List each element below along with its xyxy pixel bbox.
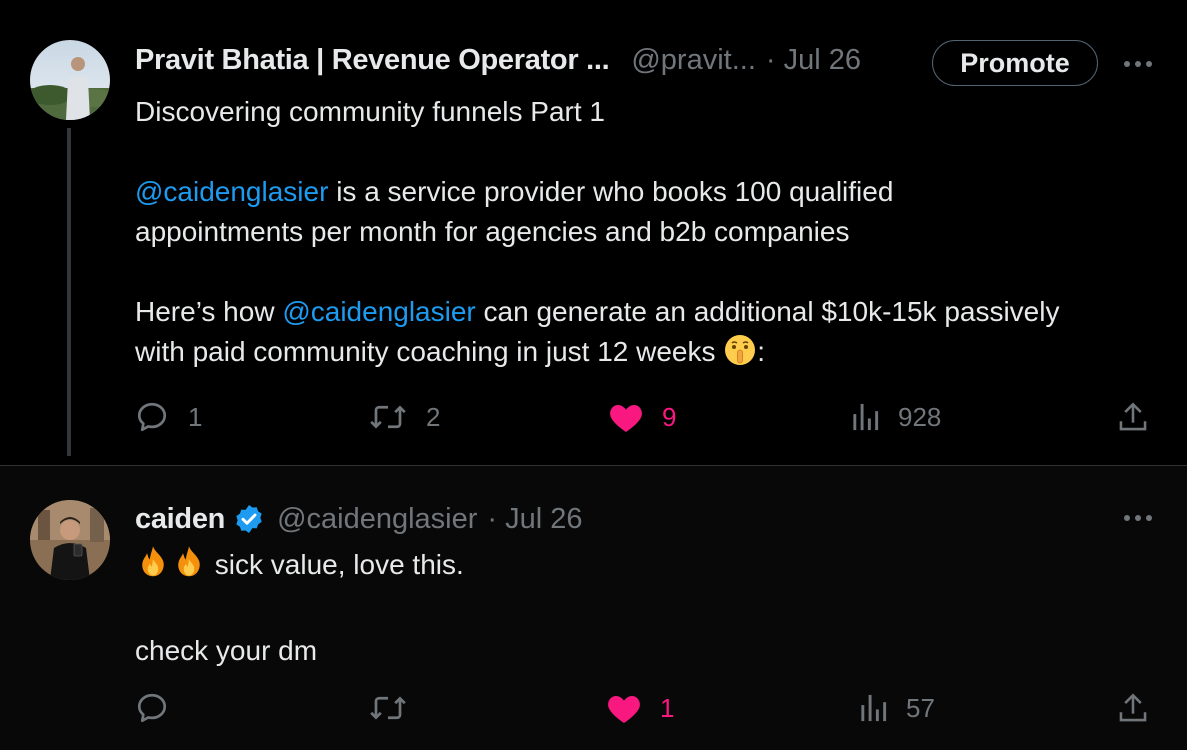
repost-arrows-icon (370, 696, 406, 720)
bar-chart-icon (853, 403, 879, 431)
avatar-image (30, 40, 110, 120)
tweet-original[interactable]: Pravit Bhatia | Revenue Operator ... @pr… (0, 0, 1187, 466)
author-handle[interactable]: @caidenglasier (277, 503, 477, 536)
repost-button[interactable] (368, 688, 408, 728)
tweet-date[interactable]: Jul 26 (505, 503, 582, 536)
like-count: 1 (660, 692, 675, 723)
mention-link[interactable]: @caidenglasier (282, 296, 475, 327)
repost-button[interactable]: 2 (368, 397, 440, 437)
tweet-text: sick value, love this. check your dm (135, 544, 1165, 671)
like-button[interactable]: 9 (608, 397, 676, 437)
tweet-date[interactable]: Jul 26 (784, 44, 861, 77)
like-count: 9 (662, 401, 677, 432)
tweet-text-line: with paid community coaching in just 12 … (135, 332, 1165, 378)
reply-button[interactable] (134, 688, 170, 728)
author-name[interactable]: Pravit Bhatia | Revenue Operator ... (135, 44, 610, 77)
tweet-header: caiden @caidenglasier · Jul 26 (135, 499, 582, 539)
views-button[interactable]: 57 (858, 688, 935, 728)
avatar[interactable] (30, 500, 110, 580)
tweet-text-line: appointments per month for agencies and … (135, 216, 850, 247)
heart-icon (610, 404, 642, 432)
more-dots-icon[interactable] (1120, 54, 1156, 74)
more-dots-icon[interactable] (1120, 508, 1156, 528)
tweet-reply[interactable]: caiden @caidenglasier · Jul 26 sick valu… (0, 466, 1187, 750)
speech-bubble-icon (137, 402, 167, 432)
tweet-header: Pravit Bhatia | Revenue Operator ... @pr… (135, 40, 861, 80)
views-count: 57 (906, 692, 935, 723)
share-button[interactable] (1116, 688, 1150, 728)
fire-emoji (171, 544, 207, 591)
author-handle[interactable]: @pravit... (631, 44, 756, 77)
reply-count: 1 (188, 401, 203, 432)
separator-dot: · (487, 502, 498, 535)
fire-emoji (135, 544, 171, 591)
tweet-text-line: sick value, love this. (135, 544, 1165, 591)
avatar[interactable] (30, 40, 110, 120)
tweet-text-line: Here’s how @caidenglasier can generate a… (135, 296, 1060, 327)
share-upload-icon (1119, 693, 1147, 722)
shushing-face-emoji (723, 333, 757, 378)
share-button[interactable] (1116, 397, 1150, 437)
heart-icon (608, 695, 640, 723)
action-bar: 1 57 (0, 688, 1187, 728)
promote-button[interactable]: Promote (932, 40, 1098, 86)
views-count: 928 (898, 401, 942, 432)
tweet-text-line: Discovering community funnels Part 1 (135, 96, 605, 127)
bar-chart-icon (861, 694, 887, 722)
tweet-text-line: check your dm (135, 635, 318, 666)
mention-link[interactable]: @caidenglasier (135, 176, 328, 207)
share-upload-icon (1119, 402, 1147, 431)
separator-dot: · (765, 43, 776, 76)
like-button[interactable]: 1 (606, 688, 674, 728)
tweet-text: Discovering community funnels Part 1 @ca… (135, 92, 1165, 378)
views-button[interactable]: 928 (850, 397, 941, 437)
repost-count: 2 (426, 401, 441, 432)
action-bar: 1 2 9 928 (0, 397, 1187, 437)
reply-button[interactable]: 1 (134, 397, 202, 437)
repost-arrows-icon (370, 405, 406, 429)
verified-badge-icon[interactable] (233, 503, 265, 535)
author-name[interactable]: caiden (135, 503, 225, 536)
tweet-text-line: @caidenglasier is a service provider who… (135, 176, 894, 207)
avatar-image (30, 500, 110, 580)
speech-bubble-icon (137, 693, 167, 723)
